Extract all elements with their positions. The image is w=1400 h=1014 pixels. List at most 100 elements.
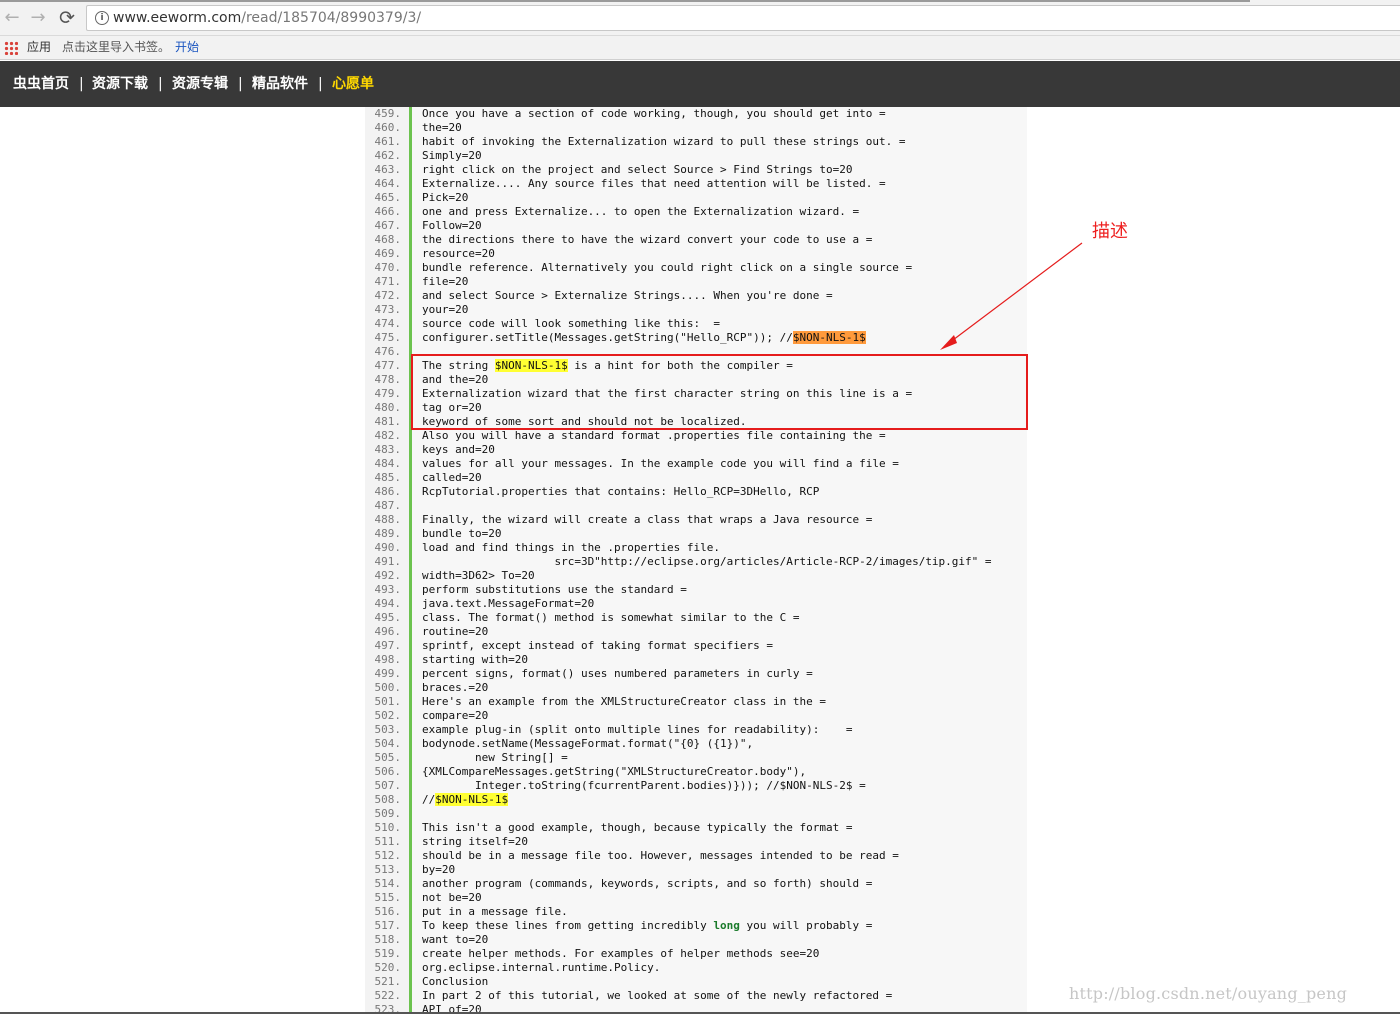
line-number: 508. — [374, 793, 402, 806]
line-text-segment: configurer.setTitle(Messages.getString("… — [422, 331, 793, 344]
line-text-segment: bodynode.setName(MessageFormat.format("{… — [422, 737, 754, 750]
code-line: 521. Conclusion — [365, 975, 1027, 989]
line-number: 519. — [374, 947, 402, 960]
line-number: 503. — [374, 723, 402, 736]
line-text-segment: routine=20 — [422, 625, 489, 638]
line-text-segment: file=20 — [422, 275, 469, 288]
code-line: 496. routine=20 — [365, 625, 1027, 639]
code-line: 517. To keep these lines from getting inc… — [365, 919, 1027, 933]
code-line: 485. called=20 — [365, 471, 1027, 485]
nav-separator: | — [158, 76, 163, 92]
code-line: 466. one and press Externalize... to open… — [365, 205, 1027, 219]
line-number: 469. — [374, 247, 402, 260]
code-line: 502. compare=20 — [365, 709, 1027, 723]
line-number: 494. — [374, 597, 402, 610]
line-text: source code will look something like thi… — [422, 317, 720, 331]
url-input[interactable]: i www.eeworm.com/read/185704/8990379/3/ — [86, 5, 1400, 31]
line-text: bodynode.setName(MessageFormat.format("{… — [422, 737, 753, 751]
url-path: /read/185704/8990379/3/ — [241, 10, 422, 26]
line-text-segment: not be=20 — [422, 891, 482, 904]
nav-separator: | — [318, 76, 323, 92]
line-text-segment: src=3D"http://eclipse.org/articles/Artic… — [422, 555, 992, 568]
line-text: class. The format() method is somewhat s… — [422, 611, 800, 625]
info-icon[interactable]: i — [95, 11, 109, 25]
line-number: 490. — [374, 541, 402, 554]
annotation-label: 描述 — [1092, 221, 1128, 242]
line-number: 518. — [374, 933, 402, 946]
line-text: compare=20 — [422, 709, 488, 723]
code-listing: 459. Once you have a section of code work… — [365, 107, 1027, 1014]
line-number: 471. — [374, 275, 402, 288]
line-text-segment: bundle reference. Alternatively you coul… — [422, 261, 913, 274]
line-text: starting with=20 — [422, 653, 528, 667]
line-text: routine=20 — [422, 625, 488, 639]
apps-grid-icon[interactable] — [4, 41, 18, 55]
line-text: file=20 — [422, 275, 468, 289]
nav-separator: | — [238, 76, 243, 92]
nav-item-software[interactable]: 精品软件 — [252, 61, 308, 107]
line-text-segment: Conclusion — [422, 975, 489, 988]
nav-item-home[interactable]: 虫虫首页 — [13, 61, 69, 107]
code-line: 512. should be in a message file too. How… — [365, 849, 1027, 863]
forward-arrow-icon[interactable]: → — [28, 8, 48, 28]
line-text: Here's an example from the XMLStructureC… — [422, 695, 826, 709]
code-line: 500. braces.=20 — [365, 681, 1027, 695]
line-number: 483. — [374, 443, 402, 456]
line-number: 467. — [374, 219, 402, 232]
line-text-segment: Also you will have a standard format .pr… — [422, 429, 886, 442]
site-nav-bar: 虫虫首页 | 资源下载 | 资源专辑 | 精品软件 | 心愿单 — [0, 61, 1400, 107]
code-line: 507. Integer.toString(fcurrentParent.bod… — [365, 779, 1027, 793]
line-text: right click on the project and select So… — [422, 163, 852, 177]
line-number: 504. — [374, 737, 402, 750]
code-line: 461. habit of invoking the Externalizatio… — [365, 135, 1027, 149]
line-text: org.eclipse.internal.runtime.Policy. — [422, 961, 660, 975]
line-text: another program (commands, keywords, scr… — [422, 877, 872, 891]
line-text: values for all your messages. In the exa… — [422, 457, 899, 471]
code-line: 474. source code will look something like… — [365, 317, 1027, 331]
line-number: 463. — [374, 163, 402, 176]
line-text-segment: Pick=20 — [422, 191, 469, 204]
line-number: 470. — [374, 261, 402, 274]
line-number: 522. — [374, 989, 402, 1002]
annotation-highlight-box — [411, 354, 1028, 430]
line-number: 491. — [374, 555, 402, 568]
line-text-segment: Follow=20 — [422, 219, 482, 232]
bookmarks-start-link[interactable]: 开始 — [175, 36, 199, 58]
nav-item-downloads[interactable]: 资源下载 — [92, 61, 148, 107]
line-number: 498. — [374, 653, 402, 666]
line-text-segment: starting with=20 — [422, 653, 528, 666]
code-line: 469. resource=20 — [365, 247, 1027, 261]
watermark: http://blog.csdn.net/ouyang_peng — [1069, 984, 1348, 1003]
reload-icon[interactable]: ⟳ — [57, 8, 77, 28]
line-number: 475. — [374, 331, 402, 344]
code-line: 518. want to=20 — [365, 933, 1027, 947]
code-line: 520. org.eclipse.internal.runtime.Policy. — [365, 961, 1027, 975]
line-number: 506. — [374, 765, 402, 778]
line-text: should be in a message file too. However… — [422, 849, 899, 863]
code-line: 513. by=20 — [365, 863, 1027, 877]
line-text: sprintf, except instead of taking format… — [422, 639, 773, 653]
line-text: braces.=20 — [422, 681, 488, 695]
browser-toolbar: ← → ⟳ i www.eeworm.com/read/185704/89903… — [0, 0, 1400, 36]
line-number: 521. — [374, 975, 402, 988]
keyword-token: long — [713, 919, 740, 932]
line-number: 497. — [374, 639, 402, 652]
code-line: 465. Pick=20 — [365, 191, 1027, 205]
line-number: 509. — [374, 807, 402, 820]
apps-label[interactable]: 应用 — [27, 36, 51, 58]
nav-item-collections[interactable]: 资源专辑 — [172, 61, 228, 107]
line-text: one and press Externalize... to open the… — [422, 205, 859, 219]
line-text-segment: To keep these lines from getting incredi… — [422, 919, 714, 932]
line-number: 461. — [374, 135, 402, 148]
code-line: 504. bodynode.setName(MessageFormat.forma… — [365, 737, 1027, 751]
line-text: This isn't a good example, though, becau… — [422, 821, 852, 835]
back-arrow-icon[interactable]: ← — [2, 8, 22, 28]
code-line: 503. example plug-in (split onto multiple… — [365, 723, 1027, 737]
line-text: To keep these lines from getting incredi… — [422, 919, 872, 933]
code-line: 494. java.text.MessageFormat=20 — [365, 597, 1027, 611]
line-number: 468. — [374, 233, 402, 246]
annotation-arrow — [940, 242, 1083, 350]
nav-item-wishlist[interactable]: 心愿单 — [332, 61, 374, 107]
code-line: 506. {XMLCompareMessages.getString("XMLSt… — [365, 765, 1027, 779]
line-number: 510. — [374, 821, 402, 834]
